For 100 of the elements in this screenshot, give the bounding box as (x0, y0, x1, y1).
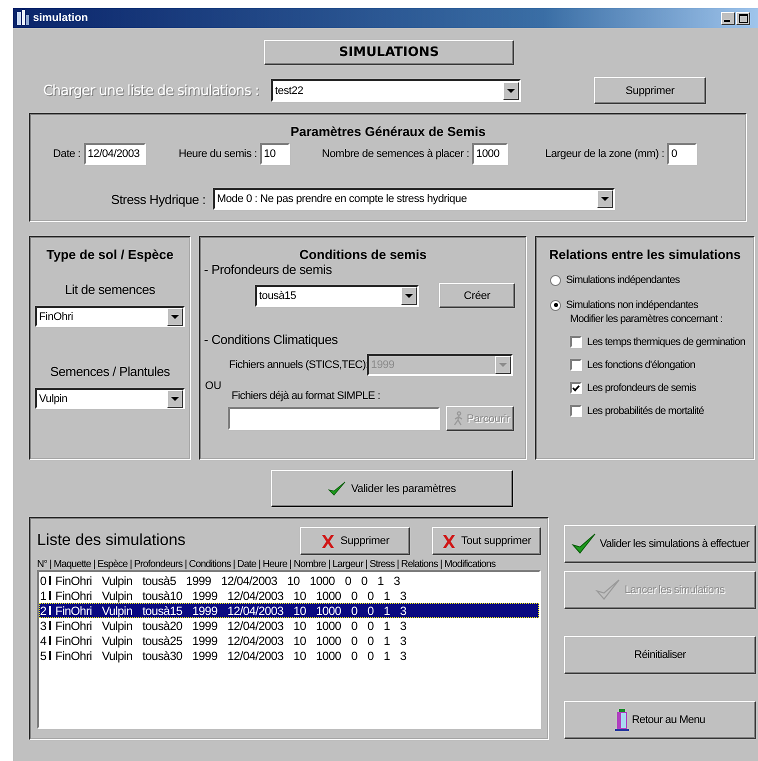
list-row[interactable]: 3 FinOhri Vulpin tousà20 1999 12/04/2003 10 1000 0 0 1 3 (39, 618, 539, 633)
checkbox[interactable] (570, 405, 582, 417)
checkbox-label: Les temps thermiques de germination (587, 336, 746, 348)
row-cell: tousà25 (142, 634, 182, 648)
row-cell: 10 (293, 634, 306, 648)
list-row[interactable]: 1 FinOhri Vulpin tousà10 1999 12/04/2003 10 1000 0 0 1 3 (39, 588, 539, 603)
action-button[interactable]: Retour au Menu (564, 701, 756, 739)
row-number: 4 (40, 634, 46, 648)
action-button[interactable]: Réinitialiser (564, 636, 756, 674)
row-cell: 10 (293, 618, 306, 632)
list-row[interactable]: 2 FinOhri Vulpin tousà15 1999 12/04/2003 10 1000 0 0 1 3 (39, 603, 539, 618)
bed-dropdown[interactable]: FinOhri (35, 306, 185, 327)
app-icon (16, 10, 30, 26)
row-cell: FinOhri (55, 618, 92, 632)
row-cell: 1 (384, 618, 390, 632)
radio-label: Simulations non indépendantes (566, 299, 698, 311)
row-cell: 3 (400, 588, 406, 602)
action-button[interactable]: Valider les simulations à effectuer (564, 525, 756, 563)
check-icon (572, 384, 580, 392)
radio-button[interactable] (550, 300, 561, 310)
row-number: 3 (40, 618, 46, 632)
row-cell: 1000 (310, 574, 335, 588)
load-label: Charger une liste de simulations : (43, 82, 260, 98)
row-cell: 10 (287, 574, 300, 588)
panel-title: Type de sol / Espèce (46, 247, 174, 262)
row-cell: 0 (351, 634, 358, 648)
list-header: N° | Maquette | Espèce | Profondeurs | Conditions | Date | Heure | Nombre | Largeur | Stress | Relations | Modifications (37, 559, 497, 570)
row-cell: 1000 (316, 618, 342, 632)
modify-label: Modifier les paramètres concernant : (570, 313, 724, 325)
row-cell: 0 (351, 648, 358, 662)
stress-label: Stress Hydrique : (111, 192, 207, 206)
checkbox[interactable] (570, 336, 582, 348)
row-cell: FinOhri (55, 588, 92, 602)
checkbox[interactable] (570, 359, 582, 371)
row-cell: 1999 (186, 574, 212, 588)
minimize-button[interactable] (721, 12, 735, 24)
row-cell: 0 (367, 648, 374, 662)
list-row[interactable]: 0 FinOhri Vulpin tousà5 1999 12/04/2003 10 1000 0 0 1 3 (39, 573, 539, 588)
row-cell: 1 (384, 588, 390, 602)
input-field[interactable]: 12/04/2003 (84, 143, 146, 165)
row-cell: 1 (377, 574, 384, 588)
field-label: Date : (53, 148, 81, 160)
checkbox-label: Les probabilités de mortalité (587, 405, 704, 417)
input-field[interactable] (228, 407, 440, 430)
checkbox-label: Les profondeurs de semis (587, 382, 696, 394)
validate-button[interactable]: Valider les paramètres (271, 470, 513, 507)
row-number: 1 (40, 588, 46, 602)
radio-button[interactable] (550, 274, 561, 286)
panel-title: Paramètres Généraux de Semis (289, 124, 487, 139)
seeds-dropdown[interactable]: Vulpin (35, 388, 185, 409)
row-cell: 12/04/2003 (227, 604, 284, 618)
row-cell: 0 (367, 618, 374, 632)
cross-icon (321, 534, 336, 548)
row-cell: tousà5 (142, 574, 176, 588)
row-cell: 1000 (316, 604, 342, 618)
delete-button[interactable]: Supprimer (300, 527, 410, 555)
input-field[interactable]: 0 (667, 143, 698, 165)
row-cell: 0 (351, 588, 358, 602)
row-cell: 12/04/2003 (227, 618, 284, 632)
panel-title: Conditions de semis (298, 247, 428, 262)
list-row[interactable]: 4 FinOhri Vulpin tousà25 1999 12/04/2003 10 1000 0 0 1 3 (39, 633, 539, 648)
row-cell: 0 (361, 574, 368, 588)
row-cell: 0 (351, 604, 358, 618)
input-field[interactable]: 1000 (472, 143, 508, 165)
row-number: 0 (40, 574, 46, 588)
row-cell: 1 (384, 648, 390, 662)
radio-label: Simulations indépendantes (566, 274, 680, 286)
simulation-list-dropdown[interactable]: test22 (271, 79, 521, 102)
row-cell: 0 (367, 634, 374, 648)
row-cell: tousà15 (142, 604, 182, 618)
create-button[interactable]: Créer (439, 283, 515, 308)
row-cell: 1999 (192, 588, 218, 602)
maximize-button[interactable] (736, 12, 750, 24)
row-cell: 0 (367, 588, 374, 602)
row-cell: 12/04/2003 (227, 634, 284, 648)
checkbox[interactable] (570, 382, 582, 394)
delete-all-button[interactable]: Tout supprimer (432, 527, 542, 555)
row-cell: 1 (384, 604, 390, 618)
input-field[interactable]: 10 (260, 143, 290, 165)
row-number: 2 (40, 604, 46, 618)
row-cell: 1999 (192, 648, 218, 662)
row-cell: 10 (293, 604, 306, 618)
depth-dropdown[interactable]: tousà15 (255, 284, 419, 306)
checkbox-label: Les fonctions d'élongation (587, 359, 696, 371)
delete-button[interactable]: Supprimer (594, 77, 706, 104)
row-cell: 10 (293, 588, 306, 602)
row-cell: 1999 (192, 604, 218, 618)
climate-label: - Conditions Climatiques (204, 332, 339, 347)
row-cell: 12/04/2003 (227, 588, 284, 602)
list-title: Liste des simulations (37, 532, 187, 550)
maximize-icon (738, 14, 748, 22)
row-cell: 1000 (316, 588, 342, 602)
row-cell: 12/04/2003 (221, 574, 278, 588)
row-number: 5 (40, 648, 46, 662)
row-cell: FinOhri (55, 648, 92, 662)
panel-title: Relations entre les simulations (548, 247, 742, 262)
stress-dropdown[interactable]: Mode 0 : Ne pas prendre en compte le stress hydrique (213, 188, 615, 210)
window-title: simulation (33, 12, 90, 24)
row-cell: 3 (394, 574, 400, 588)
list-row[interactable]: 5 FinOhri Vulpin tousà30 1999 12/04/2003 10 1000 0 0 1 3 (39, 648, 539, 663)
